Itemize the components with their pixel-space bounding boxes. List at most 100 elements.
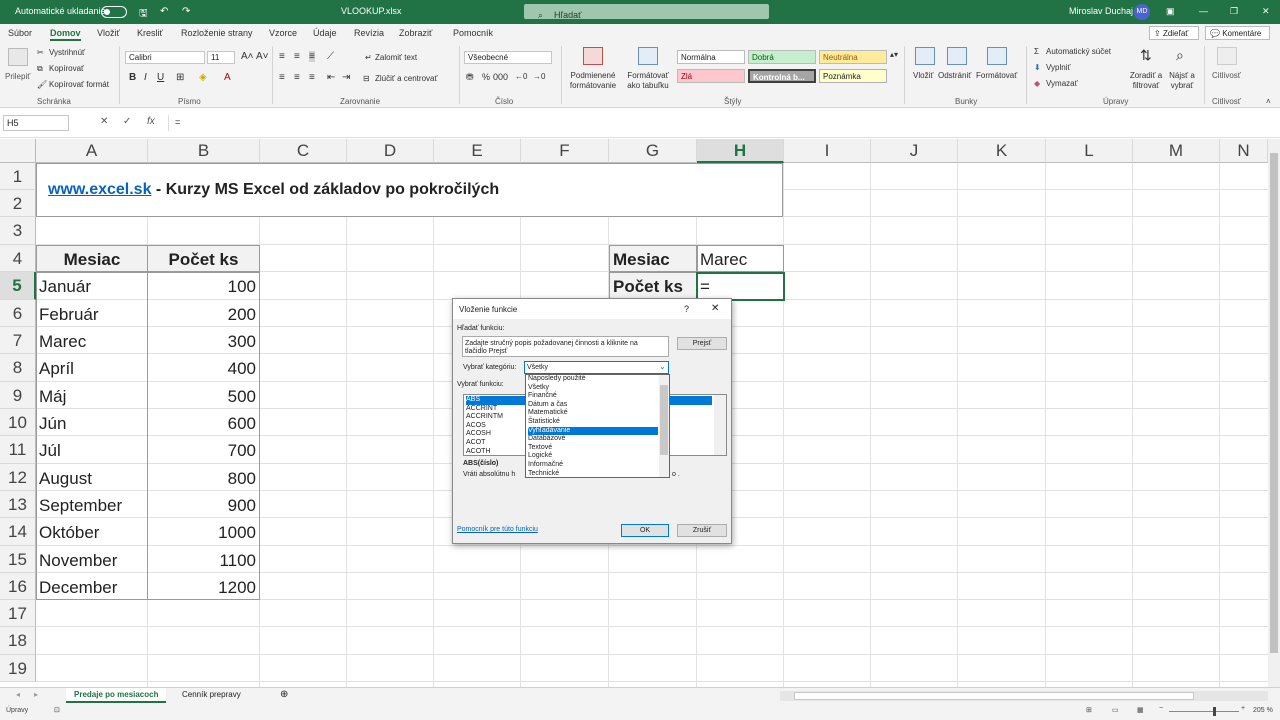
style-bad[interactable]: Zlá (677, 69, 745, 83)
category-option[interactable]: Finančné (528, 392, 557, 401)
category-dropdown[interactable]: Naposledy použité Všetky Finančné Dátum a č… (525, 374, 670, 478)
row-header[interactable]: 15 (0, 546, 36, 573)
percent-icon[interactable]: % (482, 72, 490, 82)
currency-icon[interactable]: ⛃ (466, 72, 474, 83)
style-good[interactable]: Dobrá (748, 50, 816, 64)
tab-file[interactable]: Súbor (8, 28, 32, 38)
category-option[interactable]: Všetky (528, 384, 549, 393)
row-header[interactable]: 1 (0, 163, 36, 190)
function-list-item[interactable]: ACOTH (466, 448, 491, 457)
dialog-close-icon[interactable]: ✕ (711, 303, 719, 314)
style-note[interactable]: Poznámka (819, 69, 887, 83)
align-top-icon[interactable]: ≡ (279, 51, 285, 62)
column-header[interactable]: A (36, 139, 148, 163)
paste-button[interactable]: Prilepiť (5, 72, 30, 81)
normal-view-icon[interactable]: ⊞ (1086, 706, 1092, 714)
next-sheet-icon[interactable]: ▸ (26, 688, 46, 703)
tab-insert[interactable]: Vložiť (97, 28, 120, 38)
close-icon[interactable]: ✕ (1262, 6, 1270, 17)
formula-input[interactable]: = (168, 115, 1272, 131)
conditional-format-icon[interactable] (583, 47, 603, 65)
column-header[interactable]: K (958, 139, 1046, 163)
insert-function-icon[interactable]: fx (147, 116, 155, 127)
insert-cells-icon[interactable] (915, 47, 935, 65)
decrease-decimal-icon[interactable]: →0 (533, 72, 545, 81)
row-header[interactable]: 2 (0, 190, 36, 217)
go-button[interactable]: Prejsť (677, 337, 727, 350)
conditional-format-button[interactable]: Podmienené formátovanie (569, 71, 617, 91)
number-format-select[interactable]: Všeobecné (464, 51, 552, 64)
autosum-button[interactable]: Automatický súčet (1046, 47, 1111, 56)
format-cells-button[interactable]: Formátovať (976, 71, 1017, 80)
grow-font-icon[interactable]: A˄ (241, 51, 254, 62)
sort-filter-icon[interactable]: ⇅ (1140, 47, 1152, 64)
sheet-tab[interactable]: Cenník prepravy (174, 688, 249, 703)
tab-formulas[interactable]: Vzorce (269, 28, 297, 38)
category-scroll-thumb[interactable] (660, 385, 668, 455)
row-header[interactable]: 17 (0, 600, 36, 627)
help-icon[interactable]: ? (684, 304, 689, 314)
restore-icon[interactable]: ❐ (1230, 6, 1238, 17)
autosave-toggle[interactable] (101, 6, 127, 18)
sort-filter-button[interactable]: Zoradiť a filtrovať (1126, 71, 1166, 91)
category-select[interactable]: Všetky ⌄ (524, 361, 669, 374)
column-header[interactable]: M (1133, 139, 1220, 163)
enter-icon[interactable]: ✓ (123, 116, 131, 127)
share-button[interactable]: ⇪ Zdieľať (1149, 26, 1199, 40)
comma-icon[interactable]: 000 (493, 72, 508, 82)
chevron-down-icon[interactable]: ⌄ (659, 362, 666, 371)
wrap-text-button[interactable]: Zalomiť text (375, 53, 417, 62)
row-header[interactable]: 7 (0, 327, 36, 354)
tab-draw[interactable]: Kresliť (137, 28, 163, 38)
cut-icon[interactable]: ✂ (37, 48, 44, 57)
function-list-item[interactable]: ACOSH (466, 430, 491, 439)
category-option[interactable]: Informačné (528, 461, 563, 470)
avatar[interactable]: MD (1134, 4, 1150, 20)
copy-icon[interactable]: ⧉ (37, 64, 43, 74)
paste-icon[interactable] (8, 48, 28, 66)
category-option[interactable]: Vyhľadávanie (528, 426, 658, 436)
zoom-in-icon[interactable]: + (1241, 705, 1245, 712)
column-header[interactable]: L (1046, 139, 1133, 163)
row-header[interactable]: 8 (0, 354, 36, 382)
row-header[interactable]: 3 (0, 217, 36, 245)
autosum-icon[interactable]: Σ (1034, 47, 1039, 56)
horizontal-scroll-thumb[interactable] (794, 692, 1194, 700)
styles-scroll-icon[interactable]: ▴▾ (890, 50, 898, 59)
column-header[interactable]: H (697, 139, 784, 163)
underline-icon[interactable]: U (157, 72, 164, 83)
bold-icon[interactable]: B (129, 72, 136, 83)
font-size-select[interactable]: 11 (207, 51, 235, 64)
row-header[interactable]: 5 (0, 272, 36, 300)
sheet-tab-active[interactable]: Predaje po mesiacoch (66, 688, 167, 703)
row-header[interactable]: 12 (0, 464, 36, 491)
format-painter-icon[interactable]: 🖌 (37, 80, 47, 89)
format-cells-icon[interactable] (987, 47, 1007, 65)
row-header[interactable]: 18 (0, 627, 36, 655)
redo-icon[interactable]: ↷ (182, 6, 190, 17)
zoom-slider-thumb[interactable] (1213, 707, 1216, 716)
decrease-indent-icon[interactable]: ⇤ (327, 72, 335, 83)
category-option[interactable]: Logické (528, 452, 552, 461)
macro-icon[interactable]: ⊡ (54, 706, 60, 714)
column-header[interactable]: C (260, 139, 347, 163)
column-header[interactable]: N (1220, 139, 1268, 163)
tab-view[interactable]: Zobraziť (399, 28, 432, 38)
row-header[interactable]: 4 (0, 245, 36, 272)
tab-review[interactable]: Revízia (354, 28, 384, 38)
style-neutral[interactable]: Neutrálna (819, 50, 887, 64)
name-box[interactable]: H5 (3, 115, 69, 131)
row-header[interactable]: 16 (0, 573, 36, 600)
zoom-level[interactable]: 205 % (1253, 707, 1273, 714)
find-select-button[interactable]: Nájsť a vybrať (1164, 71, 1200, 91)
category-option[interactable]: Technické (528, 470, 559, 479)
tab-page-layout[interactable]: Rozloženie strany (181, 28, 253, 38)
function-list-item[interactable]: ACCRINT (466, 405, 497, 414)
excel-link[interactable]: www.excel.sk (48, 181, 151, 198)
delete-cells-button[interactable]: Odstrániť (938, 71, 971, 80)
align-right-icon[interactable]: ≡ (309, 72, 315, 83)
category-option[interactable]: Matematické (528, 409, 568, 418)
prev-sheet-icon[interactable]: ◂ (8, 688, 28, 703)
font-select[interactable]: Calibri (125, 51, 205, 64)
merge-icon[interactable]: ⊟ (363, 74, 370, 83)
